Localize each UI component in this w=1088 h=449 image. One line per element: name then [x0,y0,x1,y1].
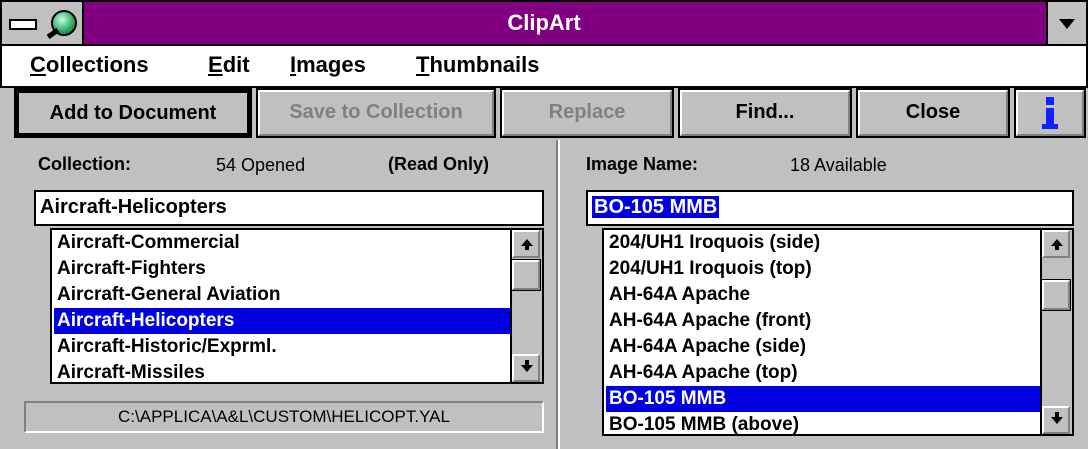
arrow-up-icon [1051,239,1063,250]
collection-item-selected[interactable]: Aircraft-Helicopters [54,308,513,334]
image-count: 18 Available [790,155,887,175]
collection-count: 54 Opened [216,155,306,175]
scroll-down-button[interactable] [1042,406,1070,434]
scroll-up-button[interactable] [1042,230,1070,258]
image-name-value: BO-105 MMB [592,196,720,218]
image-name-label: Image Name: [586,154,699,174]
collection-item[interactable]: Aircraft-General Aviation [54,282,513,308]
collection-label: Collection: [38,154,131,174]
arrow-down-icon [521,360,533,372]
menu-images[interactable]: Images [290,52,366,78]
collection-listbox[interactable]: Aircraft-Commercial Aircraft-Fighters Ai… [50,228,544,384]
scroll-down-button[interactable] [512,354,540,382]
info-icon [1042,97,1058,129]
read-only-label: (Read Only) [388,154,490,174]
menu-edit[interactable]: Edit [208,52,250,78]
image-name-field[interactable]: BO-105 MMB [586,190,1074,226]
scroll-thumb[interactable] [511,259,541,291]
arrow-down-icon [1051,412,1063,424]
menu-collections[interactable]: Collections [30,52,149,78]
image-item[interactable]: 204/UH1 Iroquois (side) [606,230,1041,256]
panel-divider [556,140,560,449]
add-to-document-button[interactable]: Add to Document [14,88,252,138]
image-listbox[interactable]: 204/UH1 Iroquois (side) 204/UH1 Iroquois… [602,228,1074,436]
scroll-up-button[interactable] [512,230,540,258]
info-button[interactable] [1014,88,1086,138]
scroll-thumb[interactable] [1041,279,1071,311]
image-item[interactable]: AH-64A Apache (front) [606,308,1041,334]
collection-item[interactable]: Aircraft-Commercial [54,230,513,256]
find-button[interactable]: Find... [678,88,852,138]
collection-item[interactable]: Aircraft-Missiles [54,360,513,382]
arrow-up-icon [521,239,533,250]
menu-thumbnails[interactable]: Thumbnails [416,52,539,78]
save-to-collection-button[interactable]: Save to Collection [256,88,496,138]
collection-field[interactable]: Aircraft-Helicopters [34,190,544,226]
window-dropdown-button[interactable] [1046,2,1086,44]
image-item[interactable]: AH-64A Apache (top) [606,360,1041,386]
window-title: ClipArt [507,10,581,35]
image-item-selected[interactable]: BO-105 MMB [606,386,1041,412]
image-item[interactable]: 204/UH1 Iroquois (top) [606,256,1041,282]
image-item[interactable]: AH-64A Apache [606,282,1041,308]
title-bar: ClipArt [0,0,1088,46]
image-item[interactable]: BO-105 MMB (above) [606,412,1041,434]
image-scrollbar[interactable] [1040,230,1072,434]
image-item[interactable]: AH-64A Apache (side) [606,334,1041,360]
collection-item[interactable]: Aircraft-Historic/Exprml. [54,334,513,360]
collection-item[interactable]: Aircraft-Fighters [54,256,513,282]
chevron-down-icon [1059,19,1075,29]
menu-bar: Collections Edit Images Thumbnails [0,46,1088,88]
collection-path: C:\APPLICA\A&L\CUSTOM\HELICOPT.YAL [24,401,544,433]
close-button[interactable]: Close [856,88,1010,138]
collection-scrollbar[interactable] [510,230,542,382]
replace-button[interactable]: Replace [500,88,674,138]
